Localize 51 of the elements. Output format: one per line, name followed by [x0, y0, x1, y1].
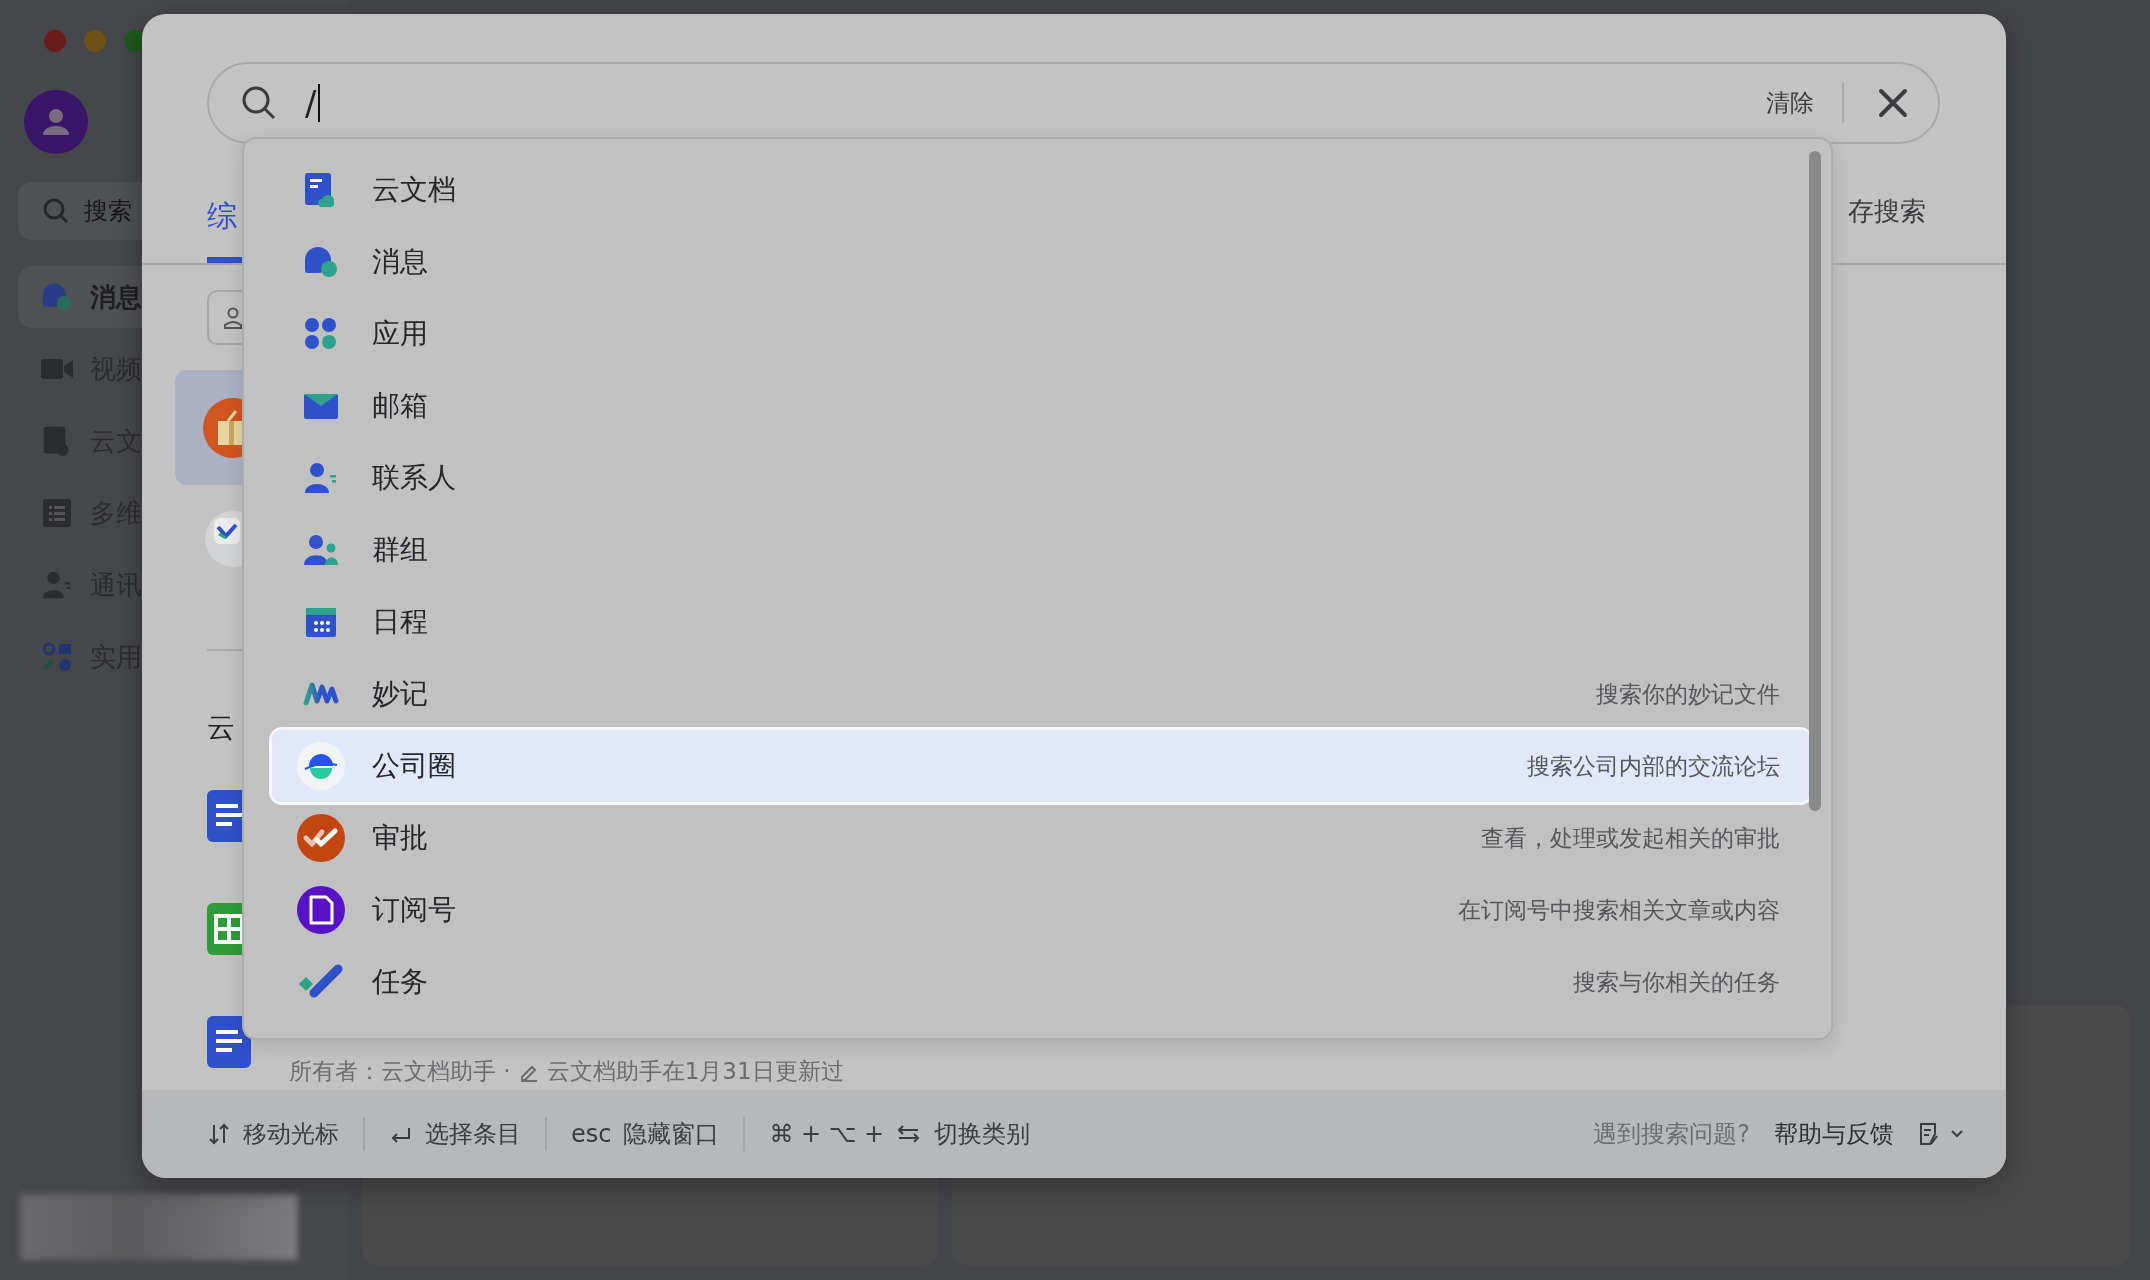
scrollbar[interactable] — [1809, 151, 1821, 811]
feedback-icon[interactable] — [1918, 1122, 1940, 1146]
category-item[interactable]: 消息 — [272, 226, 1810, 298]
planet-icon — [296, 741, 346, 791]
apps-icon — [304, 317, 338, 351]
search-icon — [241, 85, 277, 121]
category-item[interactable]: 审批 查看，处理或发起相关的审批 — [272, 802, 1810, 874]
close-icon — [1878, 88, 1908, 118]
category-item[interactable]: 妙记 搜索你的妙记文件 — [272, 658, 1810, 730]
shortcut-key: ⌘ + ⌥ + — [769, 1120, 885, 1148]
video-camera-icon — [41, 357, 73, 381]
shortcut-label: 切换类别 — [934, 1119, 1031, 1150]
section-heading: 云 — [207, 711, 236, 745]
category-item[interactable]: 应用 — [272, 298, 1810, 370]
person-icon — [41, 570, 73, 600]
up-down-arrows-icon — [207, 1122, 231, 1146]
category-item[interactable]: 云文档 — [272, 154, 1810, 226]
approval-icon — [296, 813, 346, 863]
wave-icon — [303, 681, 339, 707]
shortcut-label: 隐藏窗口 — [623, 1119, 720, 1150]
person-icon — [223, 306, 243, 329]
chat-bubble-icon — [303, 245, 339, 279]
tools-icon — [41, 641, 73, 673]
clear-button[interactable]: 清除 — [1756, 81, 1824, 125]
chevron-down-icon[interactable] — [1950, 1129, 1964, 1139]
help-question: 遇到搜索问题? — [1593, 1119, 1750, 1150]
owner-text: 所有者：云文档助手 · — [289, 1057, 511, 1086]
people-icon — [303, 534, 339, 566]
shortcut-label: 选择条目 — [425, 1119, 521, 1150]
category-item[interactable]: 任务 搜索与你相关的任务 — [272, 946, 1810, 1018]
calendar-icon — [305, 606, 337, 638]
chat-bubble-icon — [41, 282, 73, 312]
shortcut-key: esc — [571, 1120, 612, 1148]
category-item[interactable]: 日程 — [272, 586, 1810, 658]
save-search-button[interactable]: 存搜索 — [1842, 193, 1932, 263]
document-icon — [207, 1016, 251, 1068]
search-icon — [42, 197, 70, 225]
document-icon — [42, 425, 72, 457]
category-item[interactable]: 公司圈 搜索公司内部的交流论坛 — [272, 730, 1810, 802]
subscription-icon — [296, 885, 346, 935]
person-icon — [303, 461, 339, 495]
category-item[interactable]: 邮箱 — [272, 370, 1810, 442]
category-item[interactable]: 群组 — [272, 514, 1810, 586]
search-field[interactable]: / — [241, 64, 1756, 142]
shortcut-label: 移动光标 — [243, 1119, 339, 1150]
update-text: 云文档助手在1月31日更新过 — [546, 1057, 844, 1086]
list-icon — [43, 499, 71, 527]
help-feedback-link[interactable]: 帮助与反馈 — [1774, 1118, 1894, 1150]
envelope-icon — [303, 392, 339, 420]
category-item[interactable]: 联系人 — [272, 442, 1810, 514]
category-item[interactable]: 订阅号 在订阅号中搜索相关文章或内容 — [272, 874, 1810, 946]
